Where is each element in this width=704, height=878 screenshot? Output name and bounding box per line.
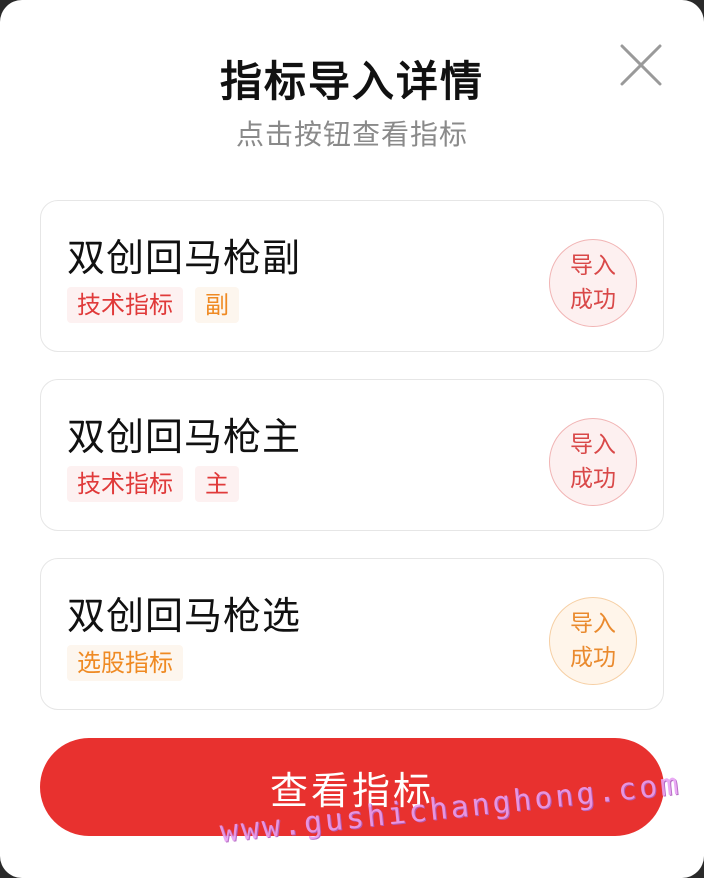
indicator-card: 双创回马枪主 技术指标 主 导入 成功 xyxy=(40,379,664,531)
import-success-stamp: 导入 成功 xyxy=(549,597,637,685)
stamp-line-2: 成功 xyxy=(570,466,616,492)
import-success-stamp: 导入 成功 xyxy=(549,239,637,327)
close-button[interactable] xyxy=(618,42,664,88)
import-details-dialog: 指标导入详情 点击按钮查看指标 双创回马枪副 技术指标 副 导入 成功 双创回马… xyxy=(0,0,704,878)
indicator-name: 双创回马枪选 xyxy=(67,594,302,638)
indicator-tags: 技术指标 副 xyxy=(67,287,239,323)
tag-category: 技术指标 xyxy=(67,466,183,502)
tag-type: 副 xyxy=(195,287,239,323)
dialog-title: 指标导入详情 xyxy=(219,57,484,106)
stamp-line-1: 导入 xyxy=(570,253,616,279)
stamp-line-1: 导入 xyxy=(570,611,616,637)
stamp-line-1: 导入 xyxy=(570,432,616,458)
close-icon xyxy=(620,44,662,86)
dialog-subtitle: 点击按钮查看指标 xyxy=(235,118,468,151)
stamp-line-2: 成功 xyxy=(570,645,616,671)
indicator-card: 双创回马枪副 技术指标 副 导入 成功 xyxy=(40,200,664,352)
indicator-tags: 选股指标 xyxy=(67,645,183,681)
stamp-line-2: 成功 xyxy=(570,287,616,313)
tag-category: 选股指标 xyxy=(67,645,183,681)
tag-type: 主 xyxy=(195,466,239,502)
indicator-name: 双创回马枪副 xyxy=(67,236,302,280)
indicator-name: 双创回马枪主 xyxy=(67,415,302,459)
import-success-stamp: 导入 成功 xyxy=(549,418,637,506)
indicator-card: 双创回马枪选 选股指标 导入 成功 xyxy=(40,558,664,710)
indicator-tags: 技术指标 主 xyxy=(67,466,239,502)
tag-category: 技术指标 xyxy=(67,287,183,323)
